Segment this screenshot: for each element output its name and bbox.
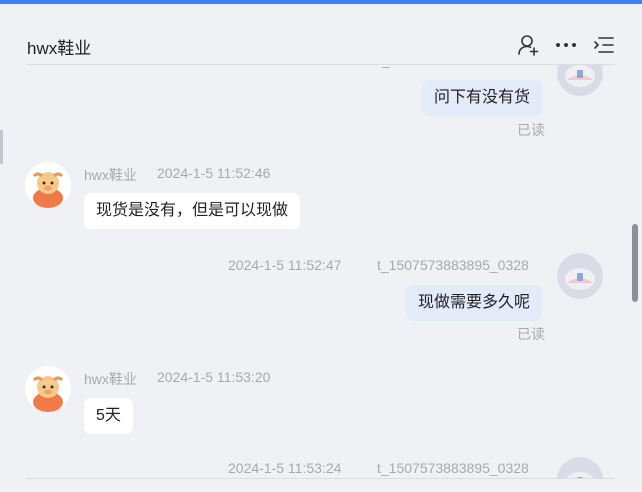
user-avatar[interactable] (557, 65, 603, 96)
message-time: 2024-1-5 11:52:47 (228, 257, 342, 273)
shop-avatar[interactable] (25, 366, 71, 412)
message-meta-clipped: _ (382, 65, 390, 68)
user-avatar[interactable] (557, 457, 603, 479)
message-list: _ 问下有没有货 已读 hwx鞋业 2024-1-5 11:52:46 现货是没… (0, 65, 630, 479)
user-avatar[interactable] (557, 253, 603, 299)
input-divider (27, 478, 615, 479)
message-bubble[interactable]: 5天 (84, 398, 133, 434)
message-sender: hwx鞋业 (84, 371, 137, 387)
message-bubble[interactable]: 问下有没有货 (422, 80, 543, 116)
message-time: 2024-1-5 11:52:46 (157, 165, 271, 181)
message-time: 2024-1-5 11:53:24 (228, 460, 342, 476)
read-status: 已读 (517, 326, 545, 342)
chat-title: hwx鞋业 (27, 39, 92, 58)
more-icon[interactable] (555, 34, 577, 56)
chat-header: hwx鞋业 (0, 4, 642, 65)
read-status: 已读 (517, 122, 545, 138)
message-bubble[interactable]: 现货是没有，但是可以现做 (84, 193, 301, 229)
message-bubble[interactable]: 现做需要多久呢 (406, 285, 543, 321)
menu-list-icon[interactable] (593, 34, 615, 56)
message-sender: hwx鞋业 (84, 167, 137, 183)
message-sender: t_1507573883895_0328 (377, 460, 529, 476)
message-sender: t_1507573883895_0328 (377, 257, 529, 273)
shop-avatar[interactable] (25, 162, 71, 208)
add-user-icon[interactable] (517, 34, 539, 56)
message-time: 2024-1-5 11:53:20 (157, 369, 271, 385)
scrollbar-thumb[interactable] (632, 224, 638, 302)
